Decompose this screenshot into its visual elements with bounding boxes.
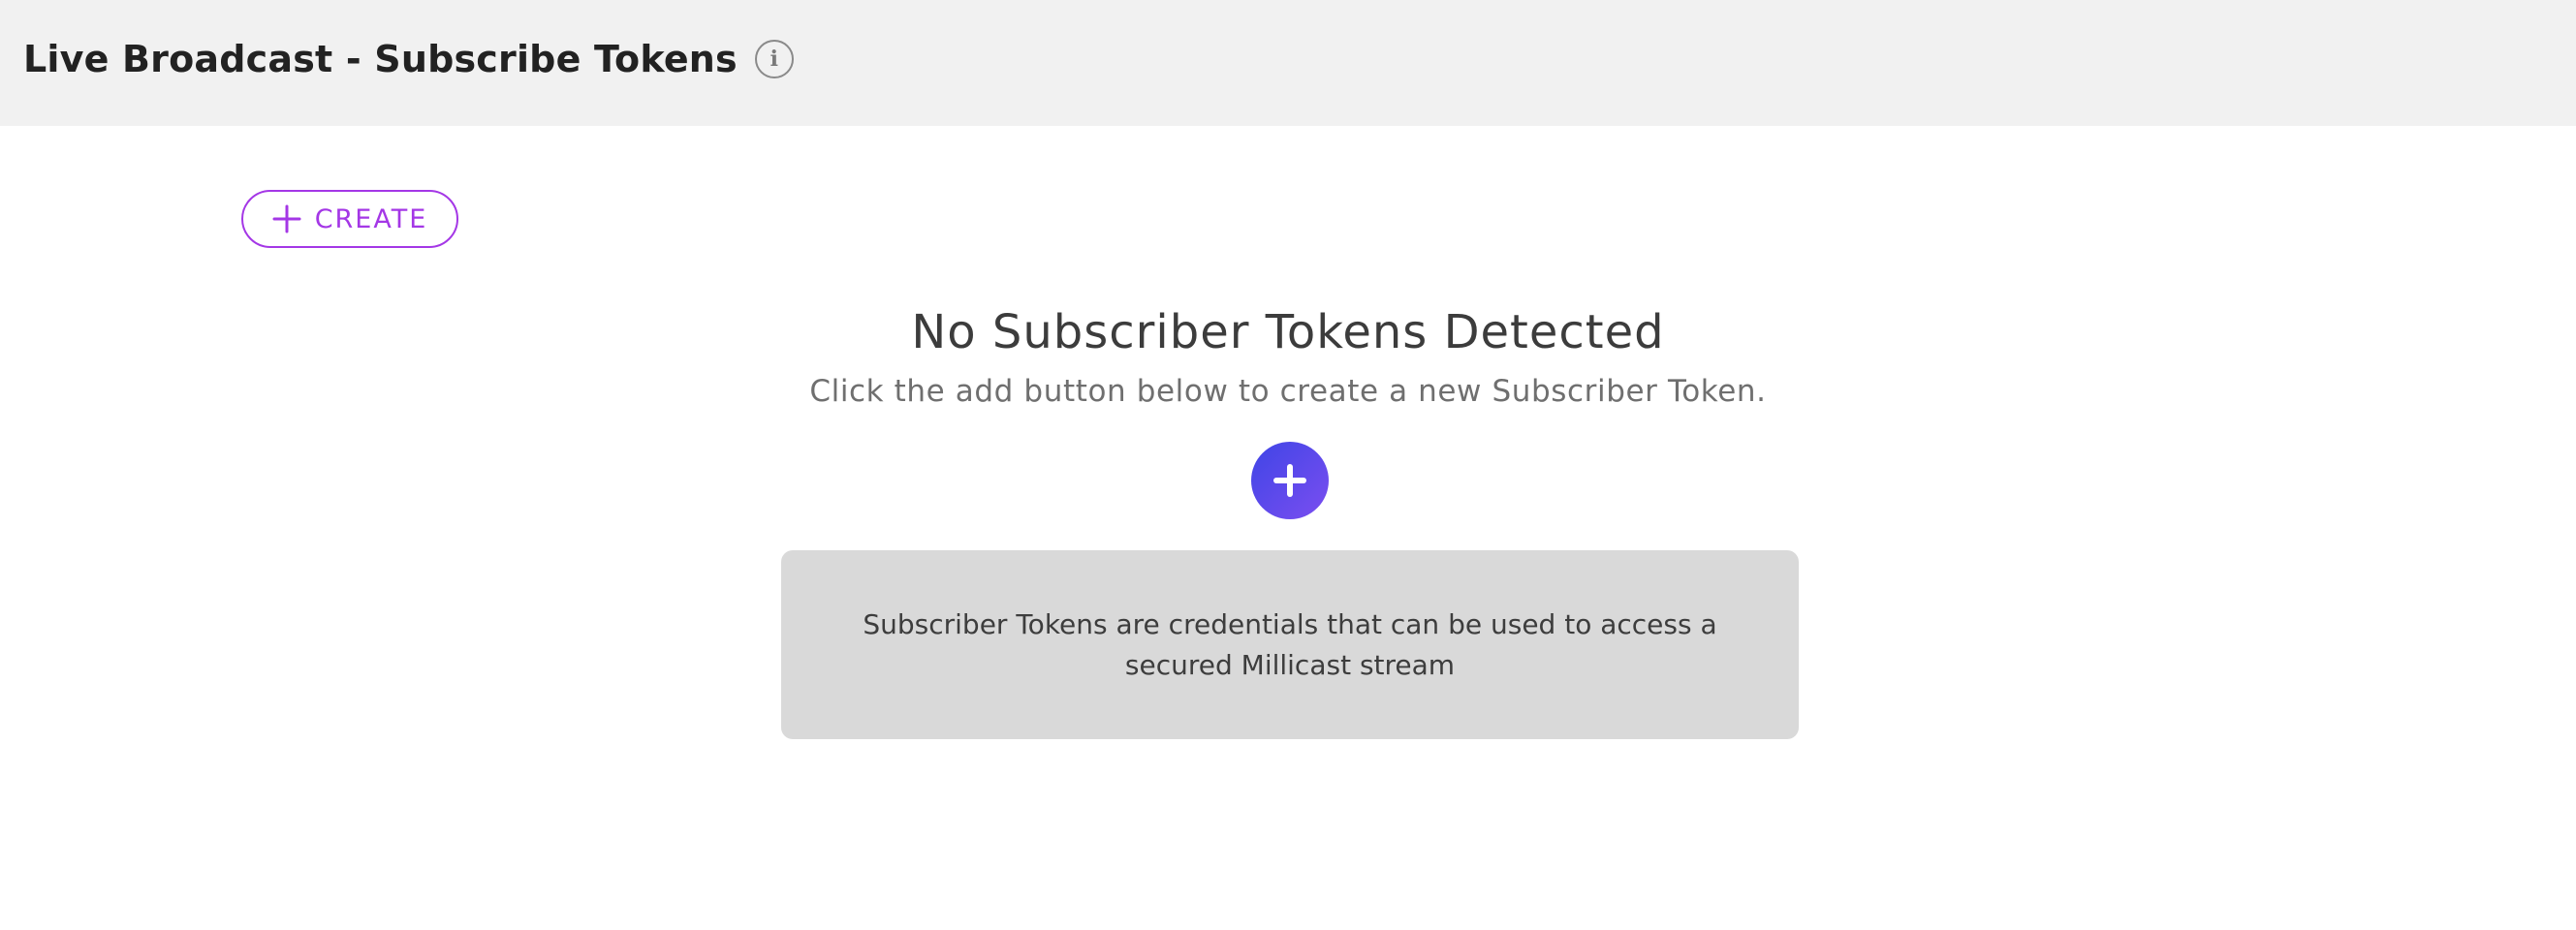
page-header: Live Broadcast - Subscribe Tokens i xyxy=(0,0,2576,126)
add-token-button[interactable] xyxy=(1251,442,1329,519)
info-panel: Subscriber Tokens are credentials that c… xyxy=(781,550,1799,739)
info-panel-text: Subscriber Tokens are credentials that c… xyxy=(863,607,1717,681)
empty-state-subtitle: Click the add button below to create a n… xyxy=(809,374,1767,409)
create-button[interactable]: CREATE xyxy=(241,190,458,248)
info-icon[interactable]: i xyxy=(754,40,794,78)
empty-state-title: No Subscriber Tokens Detected xyxy=(911,305,1665,359)
create-button-label: CREATE xyxy=(314,203,428,234)
plus-icon xyxy=(272,204,301,233)
plus-icon xyxy=(1273,464,1306,497)
page-title: Live Broadcast - Subscribe Tokens xyxy=(23,38,738,80)
